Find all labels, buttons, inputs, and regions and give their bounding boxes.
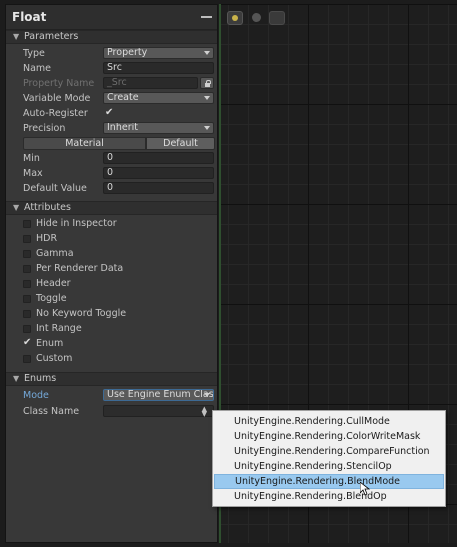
section-parameters-label: Parameters	[24, 31, 79, 42]
precision-value: Inherit	[107, 122, 138, 133]
precision-dropdown[interactable]: Inherit	[103, 122, 214, 134]
menu-item[interactable]: UnityEngine.Rendering.ColorWriteMask	[214, 429, 444, 444]
menu-item[interactable]: UnityEngine.Rendering.StencilOp	[214, 459, 444, 474]
min-field[interactable]: 0	[103, 152, 214, 164]
attribute-label: HDR	[36, 233, 58, 244]
dropdown-caret-icon	[204, 393, 210, 397]
panel-title: Float	[12, 10, 47, 24]
class-name-field[interactable]: ▲ ▼	[103, 405, 214, 418]
minimize-icon[interactable]	[201, 16, 212, 18]
grid-toggle-icon[interactable]	[269, 11, 285, 25]
menu-item[interactable]: UnityEngine.Rendering.CullMode	[214, 414, 444, 429]
type-dropdown-value: Property	[107, 47, 148, 58]
lock-button[interactable]	[200, 77, 214, 89]
custom-checkbox[interactable]	[23, 355, 31, 363]
dropdown-caret-icon	[204, 96, 210, 100]
stepper-icon: ▲ ▼	[201, 405, 207, 418]
attribute-label: Hide in Inspector	[36, 218, 117, 229]
min-label: Min	[23, 153, 40, 164]
variable-mode-dropdown[interactable]: Create	[103, 92, 214, 104]
property-name-field[interactable]: _Src	[103, 77, 198, 89]
inspector-titlebar: Float	[6, 5, 217, 30]
section-enums[interactable]: ▼ Enums	[6, 372, 217, 386]
enum-checkbox[interactable]: ✔	[23, 337, 31, 348]
variable-mode-value: Create	[107, 92, 139, 103]
menu-item-selected[interactable]: UnityEngine.Rendering.BlendMode	[214, 474, 444, 489]
hdr-checkbox[interactable]	[23, 235, 31, 243]
default-value-field[interactable]: 0	[103, 182, 214, 194]
sphere-preview-icon[interactable]	[249, 11, 265, 25]
gamma-checkbox[interactable]	[23, 250, 31, 258]
node-inspector-panel: Float ▼ Parameters Type Property Name Sr…	[5, 4, 218, 543]
attribute-label: Enum	[36, 338, 64, 349]
no-keyword-toggle-checkbox[interactable]	[23, 310, 31, 318]
tab-default[interactable]: Default	[146, 137, 215, 150]
hide-in-inspector-checkbox[interactable]	[23, 220, 31, 228]
attribute-label: Int Range	[36, 323, 82, 334]
type-label: Type	[23, 48, 45, 59]
header-checkbox[interactable]	[23, 280, 31, 288]
section-attributes[interactable]: ▼ Attributes	[6, 201, 217, 215]
mode-dropdown[interactable]: Use Engine Enum Clas	[103, 389, 214, 401]
toggle-checkbox[interactable]	[23, 295, 31, 303]
section-attributes-label: Attributes	[24, 202, 71, 213]
collapse-arrow-icon: ▼	[13, 374, 20, 383]
mode-value: Use Engine Enum Clas	[107, 389, 214, 400]
int-range-checkbox[interactable]	[23, 325, 31, 333]
collapse-arrow-icon: ▼	[13, 32, 20, 41]
dropdown-caret-icon	[204, 126, 210, 130]
per-renderer-data-checkbox[interactable]	[23, 265, 31, 273]
attribute-label: Toggle	[36, 293, 67, 304]
precision-label: Precision	[23, 123, 66, 134]
section-enums-label: Enums	[24, 373, 57, 384]
attribute-label: Header	[36, 278, 71, 289]
dropdown-caret-icon	[204, 51, 210, 55]
preview-toggle-icon[interactable]	[227, 11, 243, 25]
name-field[interactable]: Src	[103, 62, 214, 74]
attribute-label: No Keyword Toggle	[36, 308, 127, 319]
property-name-label: Property Name	[23, 78, 95, 89]
menu-item[interactable]: UnityEngine.Rendering.BlendOp	[214, 489, 444, 504]
collapse-arrow-icon: ▼	[13, 203, 20, 212]
name-label: Name	[23, 63, 52, 74]
type-dropdown[interactable]: Property	[103, 47, 214, 59]
tab-material[interactable]: Material	[23, 137, 146, 150]
attribute-label: Custom	[36, 353, 73, 364]
variable-mode-label: Variable Mode	[23, 93, 91, 104]
max-field[interactable]: 0	[103, 167, 214, 179]
default-value-label: Default Value	[23, 183, 87, 194]
class-name-label: Class Name	[23, 406, 80, 417]
attribute-label: Gamma	[36, 248, 74, 259]
auto-register-label: Auto-Register	[23, 108, 88, 119]
auto-register-checkbox[interactable]: ✔	[105, 107, 113, 118]
mode-label: Mode	[23, 390, 49, 401]
max-label: Max	[23, 168, 43, 179]
section-parameters[interactable]: ▼ Parameters	[6, 30, 217, 44]
attribute-label: Per Renderer Data	[36, 263, 124, 274]
menu-item[interactable]: UnityEngine.Rendering.CompareFunction	[214, 444, 444, 459]
enum-class-popup-menu: UnityEngine.Rendering.CullMode UnityEngi…	[212, 410, 446, 507]
lock-icon-body	[205, 83, 210, 87]
